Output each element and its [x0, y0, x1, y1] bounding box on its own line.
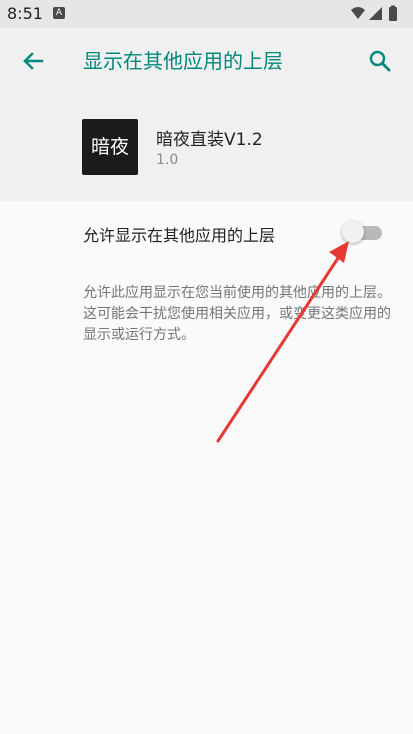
- page-title: 显示在其他应用的上层: [83, 49, 283, 73]
- permission-description: 允许此应用显示在您当前使用的其他应用的上层。这可能会干扰您使用相关应用，或变更这…: [83, 285, 391, 343]
- overlay-permission-row[interactable]: 允许显示在其他应用的上层: [0, 201, 413, 263]
- notification-icon: A: [53, 7, 65, 19]
- signal-icon: [369, 7, 382, 20]
- battery-icon: [389, 7, 397, 21]
- arrow-back-icon[interactable]: [18, 46, 48, 76]
- overlay-permission-toggle[interactable]: [342, 221, 384, 243]
- overlay-permission-label: 允许显示在其他应用的上层: [83, 226, 276, 245]
- status-bar: 8:51 A: [0, 0, 413, 28]
- search-icon[interactable]: [365, 46, 395, 76]
- app-name: 暗夜直装V1.2: [156, 130, 263, 150]
- status-icons: [351, 5, 397, 21]
- status-time: 8:51: [7, 4, 43, 23]
- app-icon: 暗夜: [82, 119, 138, 175]
- wifi-icon: [351, 7, 365, 19]
- app-version: 1.0: [156, 152, 179, 168]
- app-info-header: 显示在其他应用的上层 暗夜 暗夜直装V1.2 1.0: [0, 28, 413, 201]
- toggle-thumb: [342, 221, 364, 243]
